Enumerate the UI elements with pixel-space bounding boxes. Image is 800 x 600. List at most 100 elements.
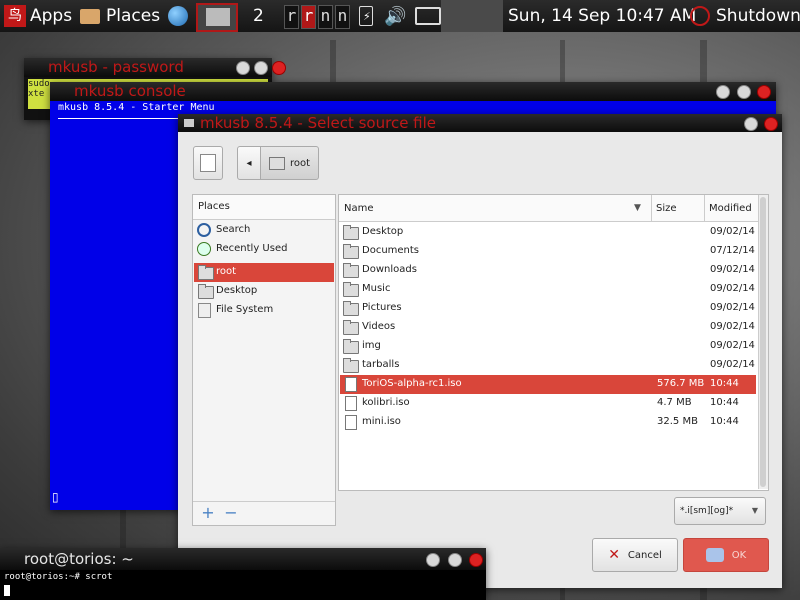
file-row[interactable]: Downloads 09/02/14 bbox=[340, 261, 756, 280]
vertical-scrollbar[interactable] bbox=[758, 195, 768, 489]
places-menu[interactable]: Places bbox=[80, 0, 160, 32]
browser-launcher[interactable] bbox=[168, 0, 188, 32]
select-source-dialog[interactable]: mkusb 8.5.4 - Select source file ◂ root … bbox=[178, 114, 782, 588]
place-root[interactable]: root bbox=[194, 263, 334, 282]
window-title: mkusb console bbox=[74, 82, 186, 100]
file-row[interactable]: Music 09/02/14 bbox=[340, 280, 756, 299]
close-icon[interactable] bbox=[757, 85, 771, 99]
maximize-icon[interactable] bbox=[737, 85, 751, 99]
path-back-button[interactable]: ◂ bbox=[237, 146, 261, 180]
file-filter-combo[interactable]: *.i[sm][og]* ▼ bbox=[674, 497, 766, 525]
folder-icon bbox=[343, 225, 359, 240]
place-label: Desktop bbox=[216, 285, 258, 296]
password-titlebar[interactable]: mkusb - password bbox=[24, 58, 286, 77]
window-thumbnail[interactable] bbox=[196, 3, 238, 32]
file-row[interactable]: img 09/02/14 bbox=[340, 337, 756, 356]
minimize-icon[interactable] bbox=[236, 61, 250, 75]
column-label: Modified bbox=[709, 203, 752, 214]
ok-label: OK bbox=[731, 549, 747, 561]
file-size: 32.5 MB bbox=[657, 416, 698, 427]
file-modified: 09/02/14 bbox=[710, 226, 755, 237]
column-modified[interactable]: Modified bbox=[705, 195, 758, 221]
remove-bookmark-button[interactable]: − bbox=[221, 504, 241, 522]
path-root-button[interactable]: root bbox=[260, 146, 319, 180]
file-row[interactable]: Documents 07/12/14 bbox=[340, 242, 756, 261]
console-titlebar[interactable]: mkusb console bbox=[50, 82, 776, 101]
workspace-3[interactable]: n bbox=[318, 5, 333, 29]
console-header: mkusb 8.5.4 - Starter Menu bbox=[58, 102, 215, 113]
file-row[interactable]: Desktop 09/02/14 bbox=[340, 223, 756, 242]
chevron-down-icon: ▼ bbox=[751, 506, 758, 515]
minimize-icon[interactable] bbox=[744, 117, 758, 131]
file-row[interactable]: Pictures 09/02/14 bbox=[340, 299, 756, 318]
workspace-1[interactable]: r bbox=[284, 5, 299, 29]
clock[interactable]: Sun, 14 Sep 10:47 AM bbox=[508, 0, 696, 32]
workspace-number[interactable]: 2 bbox=[253, 0, 264, 32]
file-row[interactable]: kolibri.iso 4.7 MB 10:44 bbox=[340, 394, 756, 413]
file-row[interactable]: ToriOS-alpha-rc1.iso 576.7 MB 10:44 bbox=[340, 375, 756, 394]
power-icon bbox=[690, 6, 710, 26]
apps-label: Apps bbox=[30, 6, 73, 26]
terminal-prompt[interactable]: root@torios:~# scrot bbox=[4, 572, 112, 582]
place-recently-used[interactable]: Recently Used bbox=[194, 240, 334, 259]
places-label: Places bbox=[106, 6, 161, 26]
place-file-system[interactable]: File System bbox=[194, 301, 334, 320]
close-icon[interactable] bbox=[764, 117, 778, 131]
path-label: root bbox=[289, 157, 311, 169]
dialog-titlebar[interactable]: mkusb 8.5.4 - Select source file bbox=[178, 114, 782, 132]
file-name: Music bbox=[362, 283, 391, 294]
maximize-icon[interactable] bbox=[254, 61, 268, 75]
file-size: 4.7 MB bbox=[657, 397, 692, 408]
file-name: tarballs bbox=[362, 359, 400, 370]
minimize-icon[interactable] bbox=[426, 553, 440, 567]
maximize-icon[interactable] bbox=[448, 553, 462, 567]
workspace-4[interactable]: n bbox=[335, 5, 350, 29]
add-bookmark-button[interactable]: + bbox=[198, 504, 218, 522]
window-title: mkusb 8.5.4 - Select source file bbox=[200, 114, 437, 132]
file-row[interactable]: tarballs 09/02/14 bbox=[340, 356, 756, 375]
root-terminal-window[interactable]: root@torios: ~ root@torios:~# scrot bbox=[0, 548, 486, 600]
workspace-2-active[interactable]: r bbox=[301, 5, 316, 29]
type-location-button[interactable] bbox=[193, 146, 223, 180]
file-modified: 09/02/14 bbox=[710, 302, 755, 313]
apps-menu[interactable]: 鸟 Apps bbox=[4, 0, 72, 32]
file-name: Videos bbox=[362, 321, 396, 332]
file-row[interactable]: mini.iso 32.5 MB 10:44 bbox=[340, 413, 756, 432]
file-name: Documents bbox=[362, 245, 420, 256]
top-panel: 鸟 Apps Places 2 r r n n ⚡ 🔊 Sun, 14 Sep … bbox=[0, 0, 800, 32]
file-modified: 09/02/14 bbox=[710, 321, 755, 332]
ok-button[interactable]: OK bbox=[683, 538, 769, 572]
shutdown-button[interactable]: Shutdown bbox=[690, 0, 800, 32]
folder-icon bbox=[343, 282, 359, 297]
close-icon[interactable] bbox=[469, 553, 483, 567]
cancel-label: Cancel bbox=[627, 549, 662, 561]
window-title: mkusb - password bbox=[48, 58, 184, 76]
place-desktop[interactable]: Desktop bbox=[194, 282, 334, 301]
scrollbar-thumb[interactable] bbox=[760, 197, 766, 487]
file-name: img bbox=[362, 340, 381, 351]
folder-icon bbox=[184, 119, 194, 127]
file-modified: 10:44 bbox=[710, 397, 739, 408]
place-search[interactable]: Search bbox=[194, 221, 334, 240]
files-pane[interactable]: Name ▼ Size Modified Desktop 09/02/14 Docu… bbox=[338, 194, 769, 491]
volume-icon[interactable]: 🔊 bbox=[384, 0, 406, 32]
close-icon[interactable] bbox=[272, 61, 286, 75]
battery-icon[interactable]: ⚡ bbox=[359, 0, 373, 32]
ok-arrow-icon bbox=[705, 548, 724, 562]
file-name: ToriOS-alpha-rc1.iso bbox=[362, 378, 462, 389]
file-icon bbox=[345, 396, 357, 411]
folder-icon bbox=[198, 284, 214, 299]
globe-icon bbox=[168, 6, 188, 26]
file-row[interactable]: Videos 09/02/14 bbox=[340, 318, 756, 337]
place-label: root bbox=[216, 266, 237, 277]
minimize-icon[interactable] bbox=[716, 85, 730, 99]
cancel-icon: ✕ bbox=[608, 547, 620, 563]
place-label: Search bbox=[216, 224, 251, 235]
cancel-button[interactable]: ✕ Cancel bbox=[592, 538, 678, 572]
terminal-titlebar[interactable]: root@torios: ~ bbox=[0, 548, 486, 570]
column-name[interactable]: Name ▼ bbox=[339, 195, 652, 221]
network-icon[interactable] bbox=[415, 0, 441, 32]
column-label: Name bbox=[344, 203, 374, 214]
column-label: Size bbox=[656, 203, 677, 214]
column-size[interactable]: Size bbox=[652, 195, 705, 221]
